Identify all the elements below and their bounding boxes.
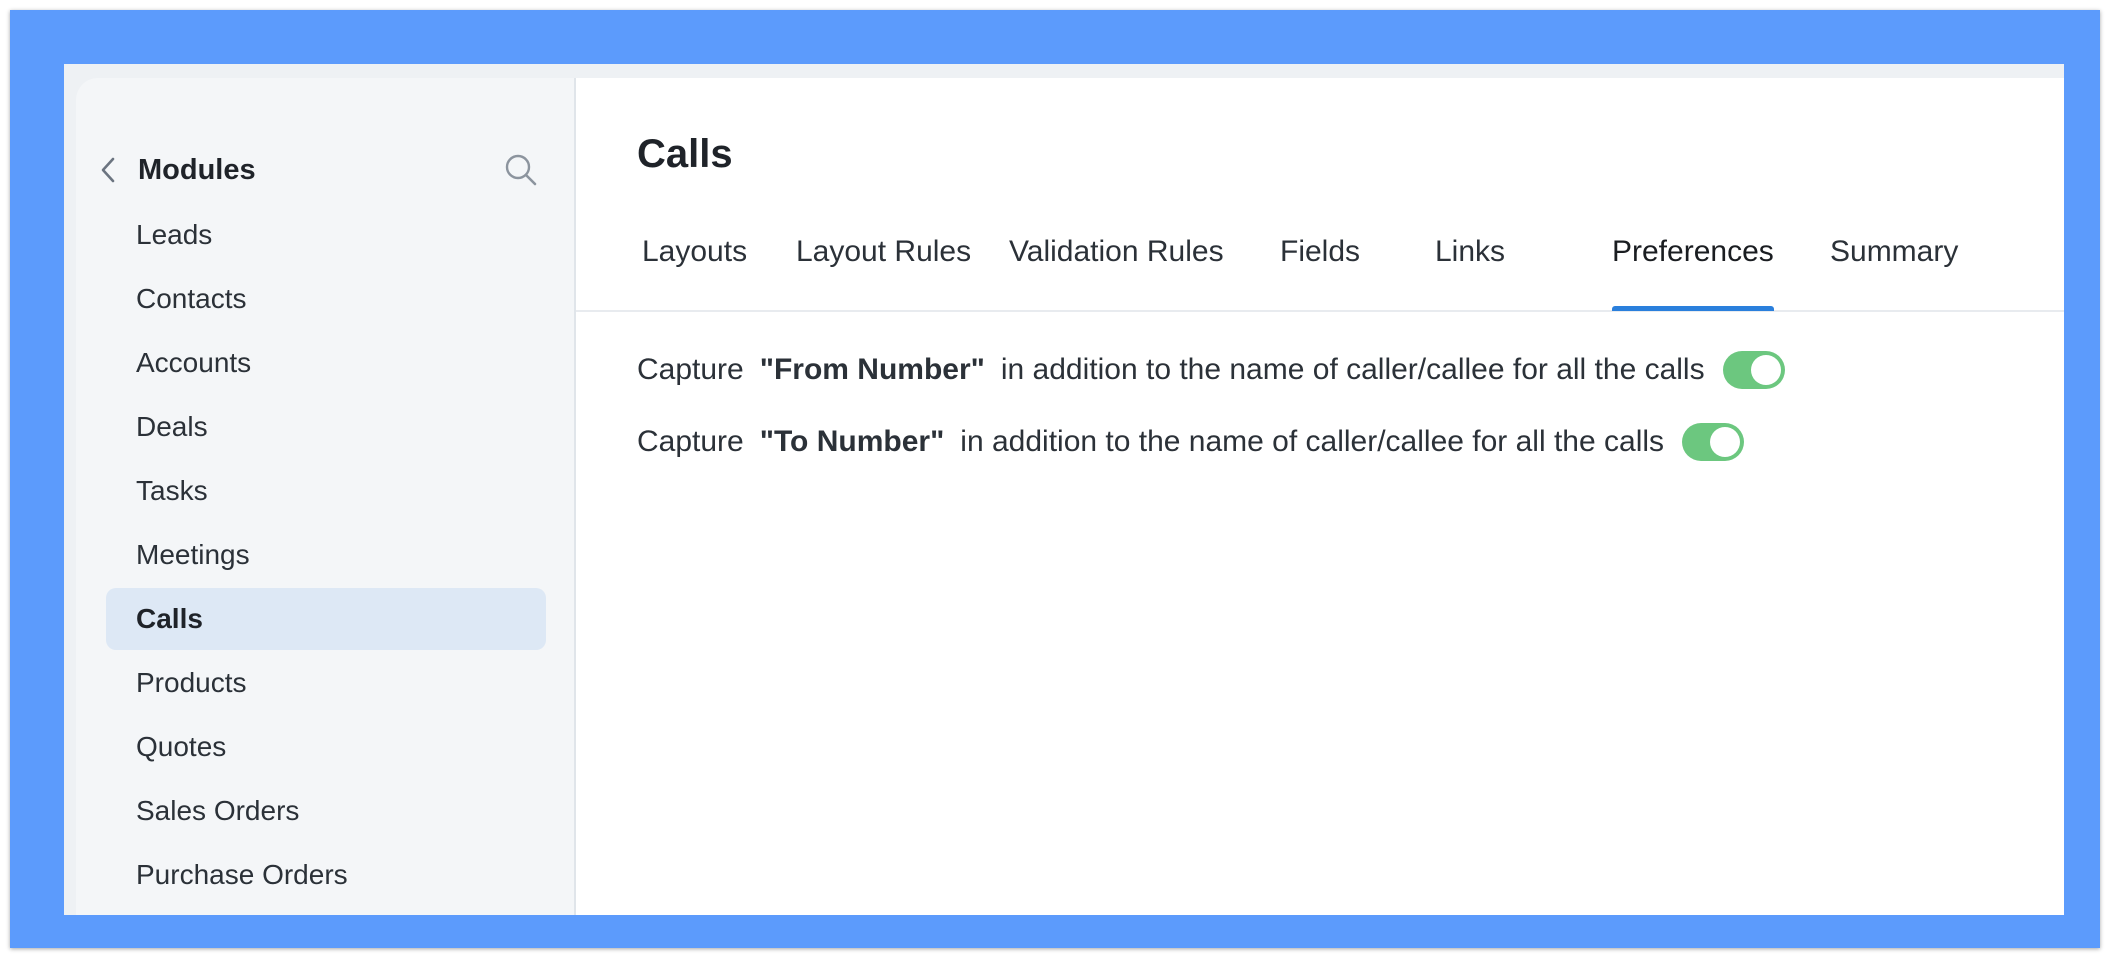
sidebar-item-products[interactable]: Products [106,652,546,714]
search-icon [505,154,537,186]
outer-frame: Modules Leads Contacts Accounts Deals Ta… [10,10,2100,948]
tab-summary[interactable]: Summary [1830,212,1958,310]
page-title: Calls [637,132,733,176]
module-list: Leads Contacts Accounts Deals Tasks Meet… [106,204,546,908]
sidebar-item-quotes[interactable]: Quotes [106,716,546,778]
sidebar-item-meetings[interactable]: Meetings [106,524,546,586]
sidebar-item-sales-orders[interactable]: Sales Orders [106,780,546,842]
preference-description: in addition to the name of caller/callee… [960,425,1665,458]
app-window: Modules Leads Contacts Accounts Deals Ta… [64,64,2064,915]
back-button[interactable] [96,157,120,183]
sidebar: Modules Leads Contacts Accounts Deals Ta… [76,78,576,915]
preference-prefix: Capture [637,353,744,386]
tab-layouts[interactable]: Layouts [642,212,747,310]
sidebar-item-contacts[interactable]: Contacts [106,268,546,330]
sidebar-item-accounts[interactable]: Accounts [106,332,546,394]
preference-field-name: "To Number" [759,425,945,458]
tab-layout-rules[interactable]: Layout Rules [796,212,971,310]
search-button[interactable] [501,150,541,190]
preference-from-number: Capture "From Number" in addition to the… [637,348,1785,392]
tab-preferences[interactable]: Preferences [1612,212,1774,311]
sidebar-item-tasks[interactable]: Tasks [106,460,546,522]
tab-links[interactable]: Links [1435,212,1505,310]
tab-fields[interactable]: Fields [1280,212,1360,310]
main-panel: Calls Layouts Layout Rules Validation Ru… [576,78,2064,915]
preference-description: in addition to the name of caller/callee… [1000,353,1705,386]
tab-validation-rules[interactable]: Validation Rules [1009,212,1224,310]
from-number-toggle[interactable] [1722,351,1785,389]
chevron-left-icon [101,157,115,183]
sidebar-item-purchase-orders[interactable]: Purchase Orders [106,844,546,906]
toggle-knob [1750,355,1781,385]
toggle-knob [1710,427,1741,457]
sidebar-title: Modules [138,154,256,186]
tab-bar: Layouts Layout Rules Validation Rules Fi… [576,212,2064,312]
preference-prefix: Capture [637,425,744,458]
sidebar-item-calls[interactable]: Calls [106,588,546,650]
to-number-toggle[interactable] [1682,423,1745,461]
sidebar-item-leads[interactable]: Leads [106,204,546,266]
preference-to-number: Capture "To Number" in addition to the n… [637,420,1745,464]
sidebar-header: Modules [76,140,576,200]
preference-field-name: "From Number" [759,353,985,386]
sidebar-item-deals[interactable]: Deals [106,396,546,458]
